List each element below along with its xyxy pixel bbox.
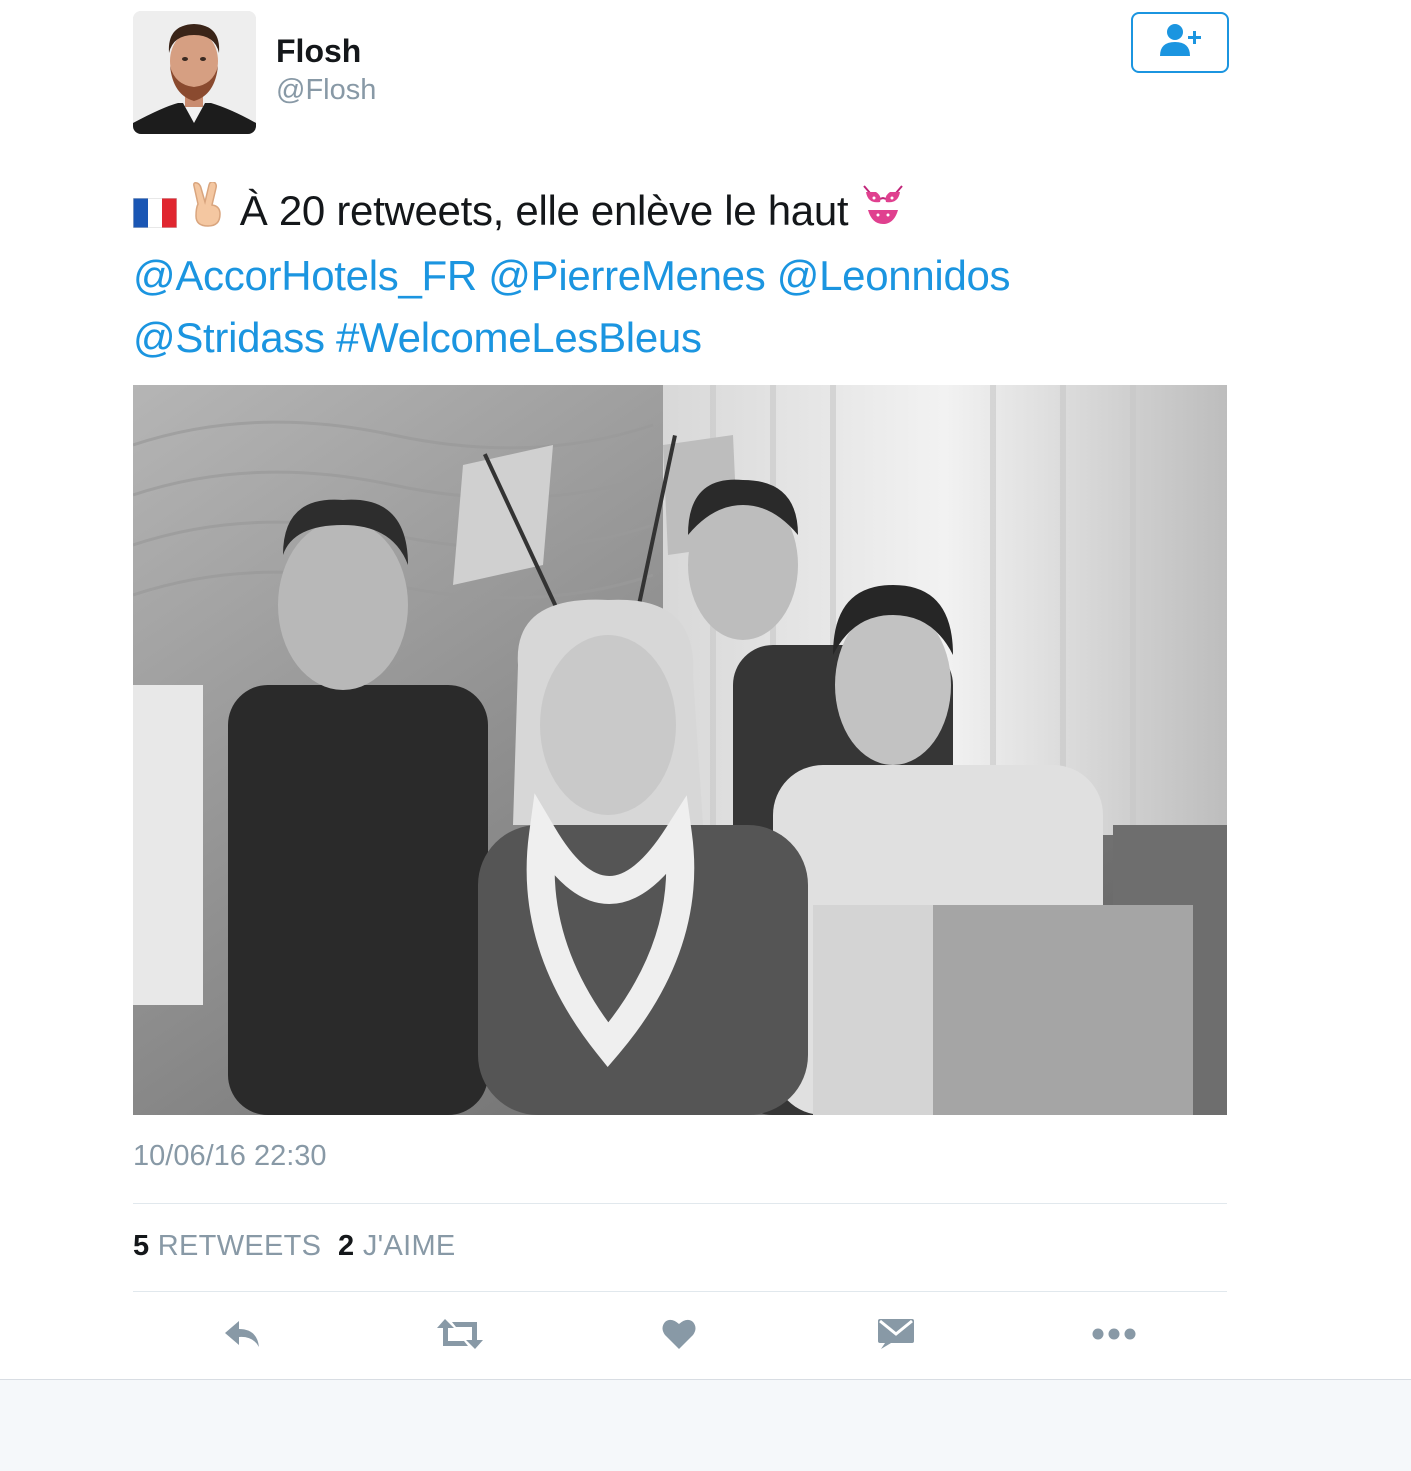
divider-top [133, 1203, 1227, 1204]
bottom-bar [0, 1379, 1411, 1471]
tweet-stats: 5 RETWEETS 2 J'AIME [133, 1230, 456, 1263]
tweet-card: Flosh @Flosh À 20 retweets, elle enlève … [0, 0, 1411, 1380]
user-name[interactable]: Flosh [276, 33, 361, 70]
more-icon [1092, 1327, 1136, 1345]
tweet-line-1: À 20 retweets, elle enlève le haut [132, 180, 1233, 245]
add-user-icon [1156, 22, 1204, 63]
retweets-stat[interactable]: 5 RETWEETS [133, 1230, 321, 1262]
more-button[interactable] [1084, 1314, 1144, 1358]
reply-icon [223, 1319, 263, 1354]
bikini-icon [860, 182, 906, 245]
mention-pierremenes[interactable]: @PierreMenes [488, 252, 765, 299]
tweet-photo[interactable] [133, 385, 1227, 1115]
message-icon [877, 1318, 915, 1355]
tweet-text: À 20 retweets, elle enlève le haut @Acco… [132, 180, 1233, 369]
hashtag-welcomelesbleus[interactable]: #WelcomeLesBleus [336, 314, 702, 361]
avatar[interactable] [133, 11, 256, 134]
tweet-line-3: @Stridass #WelcomeLesBleus [133, 307, 1233, 369]
like-icon [662, 1318, 696, 1355]
tweet-line-2: @AccorHotels_FR @PierreMenes @Leonnidos [133, 245, 1233, 307]
tweet-actions [133, 1300, 1227, 1370]
reply-button[interactable] [213, 1314, 273, 1358]
mention-leonnidos[interactable]: @Leonnidos [777, 252, 1011, 299]
retweet-icon [436, 1318, 484, 1354]
likes-count: 2 [338, 1230, 355, 1262]
divider-bottom [133, 1291, 1227, 1292]
tweet-timestamp[interactable]: 10/06/16 22:30 [133, 1140, 327, 1173]
user-handle[interactable]: @Flosh [276, 74, 376, 107]
tweet-body-text: À 20 retweets, elle enlève le haut [239, 187, 849, 234]
retweet-button[interactable] [430, 1314, 490, 1358]
like-button[interactable] [649, 1314, 709, 1358]
victory-hand-icon [188, 181, 228, 245]
likes-label: J'AIME [362, 1230, 456, 1262]
retweets-count: 5 [133, 1230, 150, 1262]
mention-stridass[interactable]: @Stridass [133, 314, 325, 361]
flag-france-icon [132, 183, 178, 245]
mention-accorhotels[interactable]: @AccorHotels_FR [133, 252, 477, 299]
message-button[interactable] [866, 1314, 926, 1358]
likes-stat[interactable]: 2 J'AIME [338, 1230, 456, 1262]
follow-button[interactable] [1131, 12, 1229, 73]
retweets-label: RETWEETS [157, 1230, 322, 1262]
